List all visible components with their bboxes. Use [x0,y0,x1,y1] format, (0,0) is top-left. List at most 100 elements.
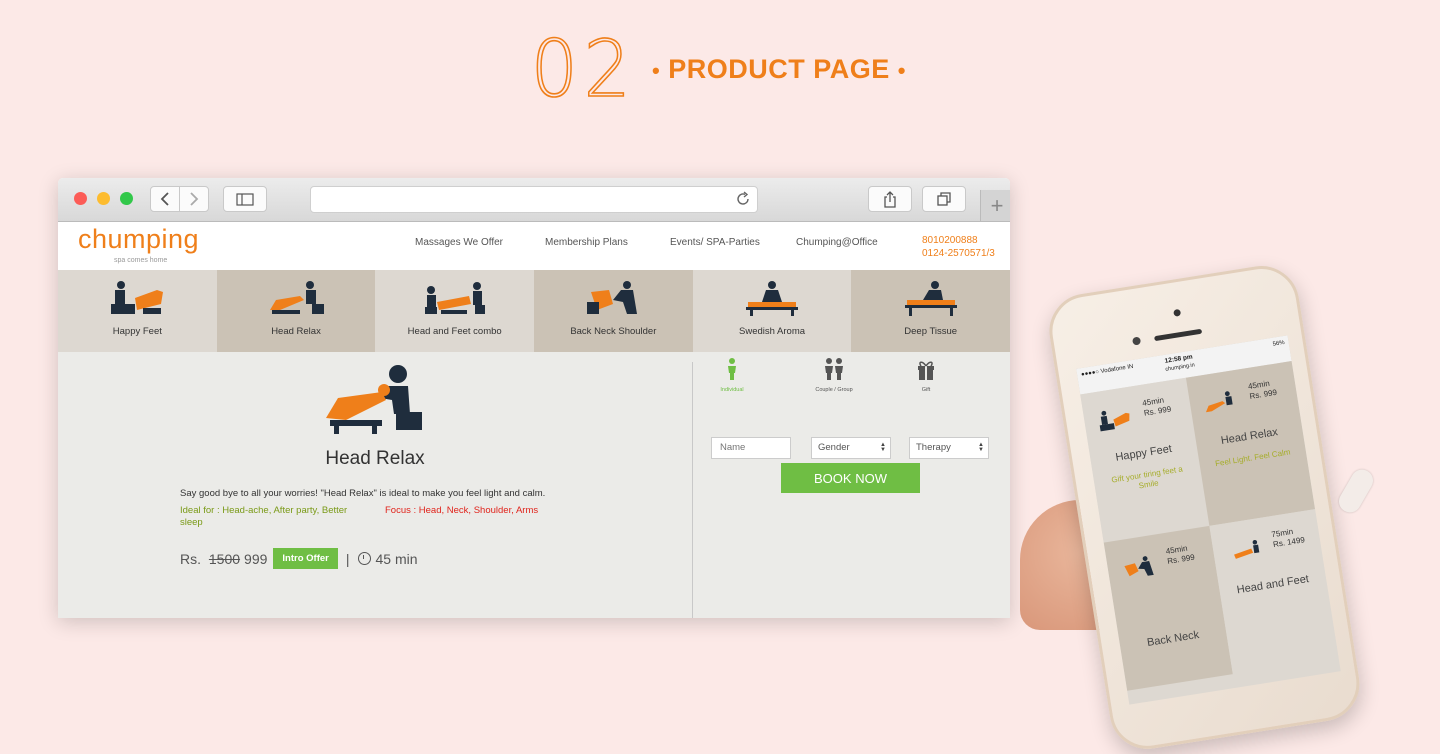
close-window-button[interactable] [74,192,87,205]
tile-name: Happy Feet [1114,442,1173,464]
category-deep-tissue[interactable]: Deep Tissue [851,270,1010,352]
category-swedish-aroma[interactable]: Swedish Aroma [692,270,852,352]
nav-massages[interactable]: Massages We Offer [415,237,503,248]
logo-tagline: spa comes home [114,257,168,264]
booking-type-individual[interactable]: Individual [687,358,777,393]
bullet-dot: • [897,58,906,83]
site-header: chumping spa comes home Massages We Offe… [58,222,1010,270]
sidebar-toggle-button[interactable] [223,186,267,212]
camera-icon [1173,308,1182,317]
nav-events[interactable]: Events/ SPA-Parties [670,237,760,248]
tile-name: Head and Feet [1235,573,1310,597]
individual-icon [728,358,736,380]
booking-type-couple[interactable]: Couple / Group [789,358,879,393]
phone-number-2[interactable]: 0124-2570571/3 [922,247,995,260]
sidebar-icon [236,192,254,206]
status-center: 12:58 pm chumping.in [1163,352,1195,374]
nav-membership[interactable]: Membership Plans [545,237,628,248]
category-label: Back Neck Shoulder [570,326,657,337]
product-details: Head Relax Say good bye to all your worr… [58,352,692,618]
share-icon [884,190,896,208]
tile-name: Back Neck [1146,628,1201,650]
phone-screen: ●●●●○ Vodafone IN 12:58 pm chumping.in 5… [1076,335,1341,705]
browser-window: + chumping spa comes home Massages We Of… [58,178,1010,618]
product-description: Say good bye to all your worries! "Head … [180,488,546,499]
current-price: 999 [244,550,268,567]
category-label: Swedish Aroma [739,326,806,337]
reload-icon[interactable] [735,191,751,207]
section-heading: 02 • PRODUCT PAGE • [0,25,1440,115]
logo-text: chumping [78,224,200,254]
section-number: 02 [530,25,637,115]
product-title: Head Relax [325,448,425,469]
phone-tile-head-feet[interactable]: 75min Rs. 1499 Head and Feet [1209,509,1339,675]
chumping-logo[interactable]: chumping spa comes home [78,224,200,264]
product-ideal-for: Ideal for : Head-ache, After party, Bett… [180,505,348,528]
therapy-select[interactable]: Therapy ▲ ▼ [909,437,989,459]
product-content: Head Relax Say good bye to all your worr… [58,352,1010,618]
head-relax-icon [326,365,422,434]
price-row: Rs. 1500 999 Intro Offer | 45 min [180,548,418,569]
booking-type-label: Couple / Group [815,387,853,393]
name-input[interactable] [718,441,790,454]
happy-feet-icon [1099,410,1130,432]
tabs-button[interactable] [922,186,966,212]
share-button[interactable] [868,186,912,212]
forward-button[interactable] [179,186,209,212]
price-currency: Rs. [180,550,201,567]
speaker-icon [1154,328,1203,342]
booking-panel: Individual Couple / Group Gift Gender ▲▼… [693,352,1010,618]
plus-icon: + [990,192,1004,218]
gender-select[interactable]: Gender ▲ ▼ [811,437,891,459]
gift-icon [918,361,934,380]
head-relax-icon [1205,391,1233,413]
category-label: Head Relax [271,326,321,337]
intro-offer-badge[interactable]: Intro Offer [273,548,338,569]
back-neck-icon [1124,556,1154,577]
back-button[interactable] [150,186,180,212]
browser-toolbar: + [58,178,1010,222]
address-bar[interactable] [310,186,758,213]
tile-meta: 75min Rs. 1499 [1271,525,1306,550]
contact-phones: 8010200888 0124-2570571/3 [922,234,995,260]
category-head-relax[interactable]: Head Relax [216,270,376,352]
price-separator: | [345,550,350,567]
category-label: Happy Feet [112,326,162,337]
tabs-icon [936,191,951,206]
new-tab-button[interactable]: + [980,190,1010,221]
back-neck-icon [587,281,638,314]
booking-type-gift[interactable]: Gift [881,358,971,393]
chevron-right-icon [190,192,199,206]
tile-name: Head Relax [1220,426,1279,447]
head-relax-icon [270,281,324,314]
clock-icon [357,552,371,565]
phone-number-1[interactable]: 8010200888 [922,234,995,247]
category-head-feet-combo[interactable]: Head and Feet combo [375,270,535,352]
head-feet-combo-icon [1234,539,1260,559]
book-now-button[interactable]: BOOK NOW [781,463,920,493]
phone-mockup: ●●●●○ Vodafone IN 12:58 pm chumping.in 5… [1044,256,1389,754]
tile-tagline: Gift your tiring feet a Smile [1110,464,1184,491]
head-feet-combo-icon [424,282,485,314]
maximize-window-button[interactable] [120,192,133,205]
nav-office[interactable]: Chumping@Office [796,237,878,248]
couple-icon [825,358,843,380]
name-field[interactable] [711,437,791,459]
booking-type-label: Individual [720,387,744,393]
deep-tissue-icon [904,281,957,316]
minimize-window-button[interactable] [97,192,110,205]
category-happy-feet[interactable]: Happy Feet [58,270,217,352]
battery-text: 56% [1272,339,1286,348]
section-title-text: PRODUCT PAGE [668,54,890,84]
category-back-neck-shoulder[interactable]: Back Neck Shoulder [534,270,693,352]
category-label: Deep Tissue [904,326,958,337]
phone-tile-head-relax[interactable]: 45min Rs. 999 Head Relax Feel Light. Feel… [1185,361,1316,526]
category-label: Head and Feet combo [407,326,502,337]
carrier-text: ●●●●○ Vodafone IN [1080,363,1134,379]
select-arrows-icon: ▲ ▼ [880,442,886,453]
old-price: 1500 [208,550,241,567]
tile-meta: 45min Rs. 999 [1165,543,1195,567]
gender-select-value: Gender [818,442,850,453]
phone-body: ●●●●○ Vodafone IN 12:58 pm chumping.in 5… [1044,260,1365,754]
therapy-select-value: Therapy [916,442,951,453]
